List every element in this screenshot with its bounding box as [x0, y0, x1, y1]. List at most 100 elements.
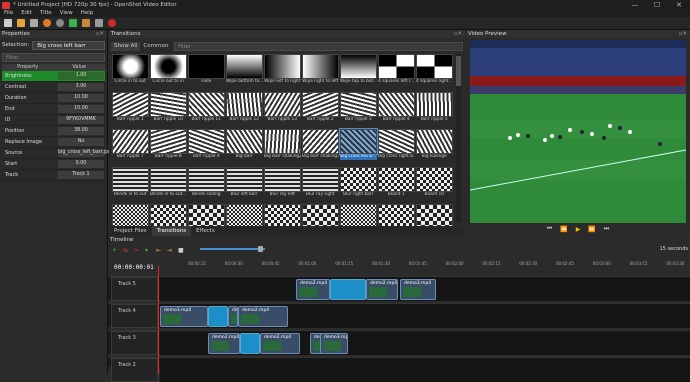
transition-item[interactable]: 4 squares right ...	[416, 54, 453, 87]
property-row[interactable]: End 10.00	[2, 104, 105, 115]
menu-file[interactable]: File	[4, 10, 13, 17]
transition-item[interactable]: Circle out to in	[150, 54, 187, 87]
property-value[interactable]: 3.00	[58, 83, 104, 91]
open-project-icon[interactable]	[17, 19, 25, 27]
transition-item[interactable]: Big cross left b...	[339, 128, 378, 162]
playhead[interactable]	[158, 266, 159, 374]
video-clip[interactable]: demo2.mp4	[296, 279, 330, 300]
zoom-slider[interactable]	[200, 248, 265, 250]
property-row[interactable]: Position 38.00	[2, 126, 105, 137]
close-panel-icon[interactable]: ▫✕	[679, 30, 687, 38]
profile-icon[interactable]	[82, 19, 90, 27]
video-clip[interactable]: de	[228, 306, 238, 327]
property-value[interactable]: 0.00	[58, 160, 104, 168]
property-row[interactable]: Brightness 1.00	[2, 71, 105, 82]
transition-item[interactable]: 4 squares left r...	[378, 54, 415, 87]
property-row[interactable]: Track Track 1	[2, 170, 105, 181]
close-panel-icon[interactable]: ▫✕	[454, 30, 462, 38]
property-row[interactable]: Replace Image No	[2, 137, 105, 148]
property-value[interactable]: 9FYK0VMMK	[58, 116, 104, 124]
property-value[interactable]: 10.00	[58, 105, 104, 113]
track-label[interactable]: Track 3	[111, 331, 158, 355]
transition-item[interactable]: Barr ripple 3	[340, 91, 377, 125]
property-row[interactable]: Source big_cross_left_barr.jpg	[2, 148, 111, 159]
new-project-icon[interactable]	[4, 19, 12, 27]
timeline-ruler[interactable]: 00:00:00:01 00:00:15 00:00:30 00:00:45 00:0…	[108, 259, 690, 275]
video-clip[interactable]: demo2.mp4	[208, 333, 240, 354]
property-value[interactable]: 10.00	[58, 94, 104, 102]
transition-item[interactable]: Blur left barr	[226, 166, 263, 200]
property-row[interactable]: Start 0.00	[2, 159, 105, 170]
transition-item[interactable]: Barr ripple 4	[378, 91, 415, 125]
property-value[interactable]: 38.00	[58, 127, 104, 135]
save-project-icon[interactable]	[30, 19, 38, 27]
transition-clip[interactable]	[240, 333, 260, 354]
property-row[interactable]: Duration 10.00	[2, 93, 105, 104]
fullscreen-icon[interactable]	[95, 19, 103, 27]
transitions-scrollbar[interactable]	[456, 54, 461, 222]
redo-icon[interactable]	[56, 19, 64, 27]
track-label[interactable]: Track 4	[111, 304, 158, 328]
center-playhead-icon[interactable]: ■	[178, 247, 185, 254]
video-clip[interactable]: demo2.mp4	[238, 306, 288, 327]
transition-item[interactable]: Barr ripple 11	[188, 91, 225, 125]
property-value[interactable]: big_cross_left_barr.jpg	[58, 149, 111, 157]
transition-clip[interactable]	[208, 306, 228, 327]
property-row[interactable]: Contrast 3.00	[2, 82, 105, 93]
property-value[interactable]: No	[58, 138, 104, 146]
transition-item[interactable]: Fade	[188, 54, 225, 87]
maximize-button[interactable]: ☐	[646, 0, 668, 10]
video-clip[interactable]: demo2.mp4	[260, 333, 300, 354]
video-clip[interactable]: demo3.mp4	[160, 306, 208, 327]
video-clip[interactable]: demo3.mp4	[320, 333, 348, 354]
close-button[interactable]: ✕	[668, 0, 690, 10]
transition-item[interactable]: Big barr shaking2	[264, 129, 301, 162]
video-clip[interactable]: demo2.mp4	[366, 279, 398, 300]
properties-filter-input[interactable]: Filter	[2, 53, 105, 62]
tab-show-all[interactable]: Show All	[111, 41, 141, 51]
transition-item[interactable]: Wipe top to bot...	[340, 54, 377, 87]
add-marker-icon[interactable]: ▾	[145, 247, 152, 254]
transition-item[interactable]: Big barr shaking3	[302, 129, 339, 162]
transition-item[interactable]: Blinds in to out...	[150, 166, 187, 200]
menu-view[interactable]: View	[60, 10, 73, 17]
zoom-slider-handle[interactable]	[258, 246, 263, 252]
transition-item[interactable]: Circle in to out	[112, 54, 149, 87]
transition-item[interactable]: Blinds sliding	[188, 166, 225, 200]
tab-transitions[interactable]: Transitions	[151, 226, 192, 236]
menu-help[interactable]: Help	[81, 10, 94, 17]
transition-item[interactable]: Big barr	[226, 129, 263, 162]
import-files-icon[interactable]	[69, 19, 77, 27]
transition-item[interactable]: Barr ripple 9	[188, 129, 225, 162]
play-button[interactable]: ▶	[576, 226, 581, 233]
track-body[interactable]: demo2.mp4demo2.mp4demo3.mp4demo3.mp4	[160, 331, 690, 355]
property-row[interactable]: ID 9FYK0VMMK	[2, 115, 105, 126]
rewind-button[interactable]: ⏪	[560, 226, 567, 233]
transition-item[interactable]: Wipe left to right	[264, 54, 301, 87]
previous-marker-icon[interactable]: ⇤	[156, 247, 163, 254]
transition-item[interactable]: Blur ray left	[264, 166, 301, 200]
transition-item[interactable]: Barr ripple 10	[150, 91, 187, 125]
transition-item[interactable]: Barr ripple 1	[112, 91, 149, 125]
menu-title[interactable]: Title	[40, 10, 52, 17]
transitions-filter-input[interactable]: Filter	[174, 41, 463, 51]
jump-end-button[interactable]: ⏭	[604, 225, 609, 233]
fast-forward-button[interactable]: ⏩	[588, 226, 595, 233]
transition-item[interactable]: Barr ripple 5	[416, 91, 453, 125]
snap-icon[interactable]: ⇆	[123, 247, 130, 254]
transition-item[interactable]: Blinds in to out	[112, 166, 149, 200]
transition-item[interactable]: Barr ripple 12	[226, 91, 263, 125]
tab-effects[interactable]: Effects	[191, 226, 220, 236]
transition-item[interactable]: Barr ripple 7	[112, 129, 149, 162]
transition-item[interactable]: Blur right barr	[340, 166, 377, 200]
menu-edit[interactable]: Edit	[21, 10, 32, 17]
track-label[interactable]: Track 5	[111, 277, 158, 301]
export-video-icon[interactable]	[108, 19, 116, 27]
transition-item[interactable]: Wipe bottom to...	[226, 54, 263, 87]
track-body[interactable]: demo3.mp4 de demo2.mp4	[160, 304, 690, 328]
transition-item[interactable]: Blur ray right	[302, 166, 339, 200]
video-clip[interactable]: demo3.mp4	[400, 279, 436, 300]
transition-item[interactable]: Board 1	[378, 166, 415, 200]
add-track-icon[interactable]: +	[112, 247, 119, 254]
jump-start-button[interactable]: ⏮	[547, 225, 552, 233]
